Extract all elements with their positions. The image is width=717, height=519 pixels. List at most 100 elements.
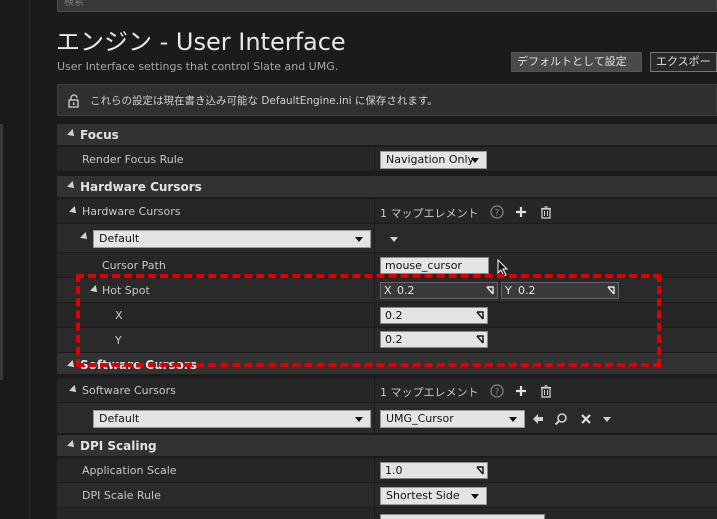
lock-icon xyxy=(68,94,79,108)
axis-value: 0.2 xyxy=(395,283,497,298)
category-label: Software Cursors xyxy=(80,358,197,372)
help-icon[interactable]: ? xyxy=(490,384,504,398)
category-software-cursors[interactable]: Software Cursors xyxy=(57,352,717,374)
render-focus-rule-dropdown[interactable]: Navigation Only xyxy=(380,151,487,169)
drag-handle-icon[interactable] xyxy=(607,286,615,295)
map-element-count: 1 マップエレメント xyxy=(380,386,479,399)
config-notice: これらの設定は現在書き込み可能な DefaultEngine.ini に保存され… xyxy=(57,84,717,116)
partial-dropdown[interactable] xyxy=(380,514,545,519)
property-label: Cursor Path xyxy=(102,259,166,272)
hardware-cursor-key-dropdown[interactable]: Default xyxy=(93,230,371,248)
set-as-default-button[interactable]: デフォルトとして設定 xyxy=(511,52,642,72)
property-row-render-focus-rule: Render Focus Rule Navigation Only xyxy=(57,146,717,171)
input-value: 0.2 xyxy=(385,309,403,322)
chevron-down-icon xyxy=(509,417,517,422)
chevron-down-icon xyxy=(355,237,363,242)
export-button[interactable]: エクスポー xyxy=(650,52,717,72)
chevron-down-icon[interactable] xyxy=(387,232,401,246)
column-divider xyxy=(374,378,375,402)
expand-triangle-icon[interactable] xyxy=(90,285,100,295)
application-scale-input[interactable]: 1.0 xyxy=(380,462,488,479)
dropdown-value: Navigation Only xyxy=(386,153,475,166)
property-label: Application Scale xyxy=(82,464,177,477)
property-row-hardware-cursors-map: Hardware Cursors 1 マップエレメント ? xyxy=(57,198,717,223)
dpi-scale-rule-dropdown[interactable]: Shortest Side xyxy=(380,487,487,505)
category-focus[interactable]: Focus xyxy=(57,123,717,145)
category-label: DPI Scaling xyxy=(80,439,157,453)
property-label: DPI Scale Rule xyxy=(82,489,161,502)
hot-spot-y-input[interactable]: 0.2 xyxy=(380,331,488,348)
column-divider xyxy=(374,328,375,352)
property-label: Y xyxy=(115,334,122,347)
add-element-icon[interactable] xyxy=(514,205,528,219)
left-panel-scroll-mark xyxy=(0,124,3,380)
dropdown-value: Shortest Side xyxy=(386,489,460,502)
browse-magnifier-icon[interactable] xyxy=(554,412,568,426)
add-element-icon[interactable] xyxy=(514,384,528,398)
column-divider xyxy=(374,403,375,433)
use-selected-arrow-icon[interactable] xyxy=(531,412,545,426)
chevron-down-icon xyxy=(471,158,479,163)
column-divider xyxy=(374,224,375,252)
chevron-down-icon xyxy=(471,494,479,499)
column-divider xyxy=(374,483,375,507)
cursor-path-input[interactable]: mouse_cursor xyxy=(380,257,489,274)
expand-triangle-icon[interactable] xyxy=(80,232,90,242)
category-dpi-scaling[interactable]: DPI Scaling xyxy=(57,434,717,456)
property-row-hot-spot: Hot Spot X 0.2 Y 0.2 xyxy=(57,277,717,302)
column-divider xyxy=(374,253,375,277)
input-value: 0.2 xyxy=(385,333,403,346)
property-label: Hardware Cursors xyxy=(82,205,181,218)
hot-spot-x-input[interactable]: 0.2 xyxy=(380,307,488,324)
property-label: Hot Spot xyxy=(102,284,150,297)
collapse-triangle-icon[interactable] xyxy=(67,440,77,450)
hot-spot-y-field[interactable]: Y 0.2 xyxy=(501,282,619,299)
property-row-hardware-cursor-entry: Default xyxy=(57,223,717,252)
left-panel-strip xyxy=(0,0,30,519)
trash-icon[interactable] xyxy=(539,384,553,398)
expand-triangle-icon[interactable] xyxy=(69,206,79,216)
input-value: 1.0 xyxy=(385,464,403,477)
axis-value: 0.2 xyxy=(516,283,618,298)
property-label: Render Focus Rule xyxy=(82,153,184,166)
drag-handle-icon[interactable] xyxy=(476,335,484,344)
property-row-software-cursor-entry: Default UMG_Cursor xyxy=(57,402,717,433)
software-cursor-key-dropdown[interactable]: Default xyxy=(93,410,371,428)
trash-icon[interactable] xyxy=(539,205,553,219)
property-row-software-cursors-map: Software Cursors 1 マップエレメント ? xyxy=(57,377,717,402)
collapse-triangle-icon[interactable] xyxy=(67,181,77,191)
drag-handle-icon[interactable] xyxy=(486,286,494,295)
property-row-hot-spot-y: Y 0.2 xyxy=(57,327,717,352)
column-divider xyxy=(374,458,375,482)
chevron-down-icon[interactable] xyxy=(600,412,614,426)
drag-handle-icon[interactable] xyxy=(476,466,484,475)
column-divider xyxy=(374,199,375,223)
help-icon[interactable]: ? xyxy=(490,205,504,219)
property-row-hot-spot-x: X 0.2 xyxy=(57,302,717,327)
category-hardware-cursors[interactable]: Hardware Cursors xyxy=(57,175,717,197)
dropdown-value: Default xyxy=(99,412,140,425)
property-label: Software Cursors xyxy=(82,384,176,397)
collapse-triangle-icon[interactable] xyxy=(67,360,77,370)
axis-label: X xyxy=(384,284,392,297)
page-subtitle: User Interface settings that control Sla… xyxy=(57,60,339,73)
chevron-down-icon xyxy=(355,417,363,422)
property-row-partial xyxy=(57,507,717,519)
category-label: Hardware Cursors xyxy=(80,180,202,194)
software-cursor-asset-dropdown[interactable]: UMG_Cursor xyxy=(380,410,525,428)
svg-text:?: ? xyxy=(495,388,500,398)
map-element-count: 1 マップエレメント xyxy=(380,207,479,220)
dropdown-value: Default xyxy=(99,232,140,245)
drag-handle-icon[interactable] xyxy=(476,311,484,320)
column-divider xyxy=(374,303,375,327)
search-input[interactable]: 検索 xyxy=(57,0,717,12)
page-title: エンジン - User Interface xyxy=(56,28,346,56)
property-row-dpi-scale-rule: DPI Scale Rule Shortest Side xyxy=(57,482,717,507)
property-label: X xyxy=(115,309,123,322)
expand-triangle-icon[interactable] xyxy=(69,385,79,395)
collapse-triangle-icon[interactable] xyxy=(67,129,77,139)
property-row-application-scale: Application Scale 1.0 xyxy=(57,457,717,482)
config-notice-text: これらの設定は現在書き込み可能な DefaultEngine.ini に保存され… xyxy=(90,95,438,107)
hot-spot-x-field[interactable]: X 0.2 xyxy=(380,282,498,299)
clear-x-icon[interactable] xyxy=(579,412,593,426)
